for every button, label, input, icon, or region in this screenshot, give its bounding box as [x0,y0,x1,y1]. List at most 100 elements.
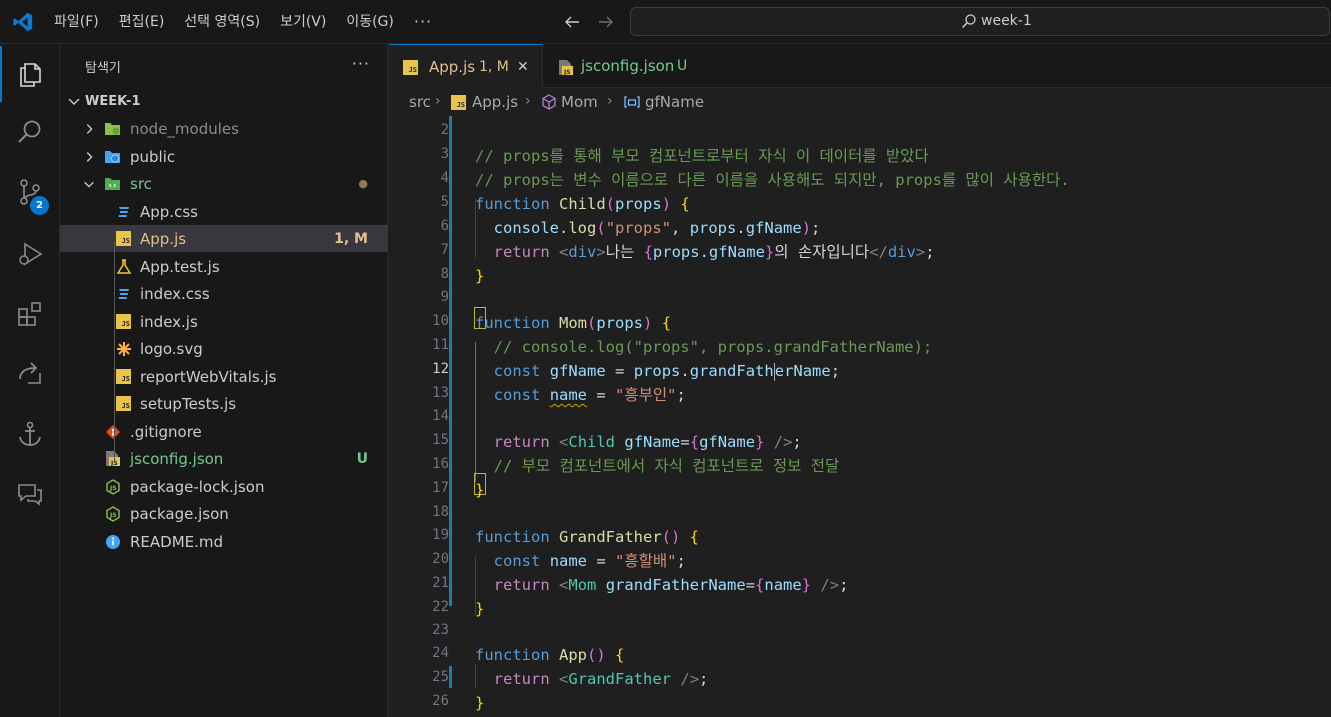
code-line-24: function App() { [475,646,625,664]
js-icon: JS [115,395,132,412]
forward-arrow-icon[interactable] [594,10,618,34]
menu-file[interactable]: 파일(F) [44,7,109,37]
chevron-down-icon [68,98,80,105]
breadcrumb-gfname[interactable]: gfName [623,93,704,111]
sidebar-more-button[interactable]: ··· [352,54,370,73]
search-icon[interactable] [0,104,60,160]
workspace-root[interactable]: WEEK-1 [60,90,388,112]
code-line-20: const name = "흥할배"; [493,552,686,570]
tree-item-index-js[interactable]: JS index.js [60,308,388,335]
tree-item-src[interactable]: src ● [60,170,388,197]
menu-selection[interactable]: 선택 영역(S) [174,7,270,37]
css-icon [115,203,132,220]
tree-item-app-js[interactable]: JS App.js 1, M [60,225,388,252]
tab-jsconfig-json[interactable]: JS jsconfig.json U [543,44,723,88]
breadcrumb-src[interactable]: src [409,93,431,111]
line-number: 11 [432,337,449,353]
code-line-26: } [475,694,485,712]
jsconfig-icon: JS [557,59,574,80]
tree-item-app-test-js[interactable]: App.test.js [60,253,388,280]
nodejs-icon: JS [104,505,121,522]
tree-item-index-css[interactable]: index.css [60,280,388,307]
chat-icon[interactable] [0,466,60,522]
line-number: 15 [432,432,449,448]
line-number: 14 [432,408,449,424]
code-area[interactable]: // props를 통해 부모 컴포넌트로부터 자식 이 데이터를 받았다 //… [474,116,1331,717]
source-control-icon[interactable]: 2 [0,164,60,220]
tab-status: U [677,58,688,74]
method-cube-icon [542,94,556,110]
tab-status: 1, M [479,58,509,75]
code-line-7: return <div>나는 {props.gfName}의 손자입니다</di… [493,243,935,261]
line-number: 24 [432,645,449,661]
js-icon: JS [115,230,132,247]
tree-item-jsconfig-json[interactable]: JS jsconfig.json U [60,445,388,472]
variable-icon [624,96,640,108]
tree-item-label: package.json [130,504,229,523]
scm-badge: 2 [30,196,49,215]
info-icon [104,533,121,550]
menu-more-button[interactable]: ··· [404,7,442,37]
code-line-17: } [475,481,485,499]
line-number: 5 [440,194,449,210]
explorer-icon[interactable] [0,46,60,102]
code-line-13: const name = "흥부인"; [493,386,686,404]
tree-item-label: index.js [140,312,198,331]
code-line-16: // 부모 컴포넌트에서 자식 컴포넌트로 정보 전달 [493,457,840,475]
line-number: 13 [432,385,449,401]
git-status-badge: U [356,450,368,467]
git-modified-indicator [449,116,452,606]
code-editor[interactable]: 2 3 4 5 6 7 8 9 10 11 12 13 14 15 16 17 18 19 20 21 22 23 24 25… [389,116,1331,717]
breadcrumb-mom[interactable]: Mom [541,93,598,111]
close-icon[interactable]: ✕ [517,59,529,75]
code-line-22: } [475,600,485,618]
code-line-4: // props는 변수 이름으로 다른 이름을 사용해도 되지만, props… [475,171,1070,189]
css-icon [115,285,132,302]
remote-share-icon[interactable] [0,346,60,402]
line-number: 23 [432,622,449,638]
tree-item-readme-md[interactable]: README.md [60,528,388,555]
tree-item-public[interactable]: public [60,143,388,170]
chevron-right-icon: › [607,93,613,109]
tree-item-app-css[interactable]: App.css [60,198,388,225]
line-number: 21 [432,575,449,591]
tree-item-setuptests-js[interactable]: JS setupTests.js [60,390,388,417]
back-arrow-icon[interactable] [560,10,584,34]
code-line-8: } [475,267,485,285]
menu-view[interactable]: 보기(V) [270,7,336,37]
menu-edit[interactable]: 편집(E) [109,7,175,37]
tree-item-logo-svg[interactable]: logo.svg [60,335,388,362]
test-flask-icon [115,258,132,275]
chevron-right-icon [86,124,93,134]
tab-app-js[interactable]: JS App.js 1, M ✕ [389,44,543,88]
tree-item-label: index.css [140,284,210,303]
tree-item-package-lock-json[interactable]: JS package-lock.json [60,473,388,500]
code-line-19: function GrandFather() { [475,528,700,546]
tree-item-package-json[interactable]: JS package.json [60,500,388,527]
menu-bar: 파일(F) 편집(E) 선택 영역(S) 보기(V) 이동(G) ··· [44,0,442,44]
tree-item-label: App.css [140,202,198,221]
code-line-11: // console.log("props", props.grandFathe… [493,338,933,356]
workspace-root-label: WEEK-1 [85,93,141,109]
tree-item-node-modules[interactable]: node_modules [60,115,388,142]
line-number: 10 [432,313,449,329]
tree-item-label: public [130,147,176,166]
extensions-icon[interactable] [0,286,60,342]
run-debug-icon[interactable] [0,226,60,282]
breadcrumb-app-js[interactable]: JS App.js [451,93,518,111]
js-icon: JS [115,368,132,385]
code-line-25: return <GrandFather />; [493,670,709,688]
code-line-10: function Mom(props) { [475,314,672,332]
code-line-15: return <Child gfName={gfName} />; [493,433,802,451]
anchor-icon[interactable] [0,406,60,462]
tree-item-label: src [130,174,152,193]
chevron-right-icon [86,152,93,162]
tree-item-label: package-lock.json [130,477,265,496]
js-icon: JS [115,313,132,330]
tree-item-gitignore[interactable]: .gitignore [60,418,388,445]
code-line-12: const gfName = props.grandFatherName; [493,362,841,381]
explorer-sidebar: 탐색기 ··· WEEK-1 node_modules public src ● App… [60,44,388,717]
tree-item-reportwebvitals-js[interactable]: JS reportWebVitals.js [60,363,388,390]
command-center-search[interactable]: week-1 [630,7,1330,36]
menu-go[interactable]: 이동(G) [336,7,404,37]
